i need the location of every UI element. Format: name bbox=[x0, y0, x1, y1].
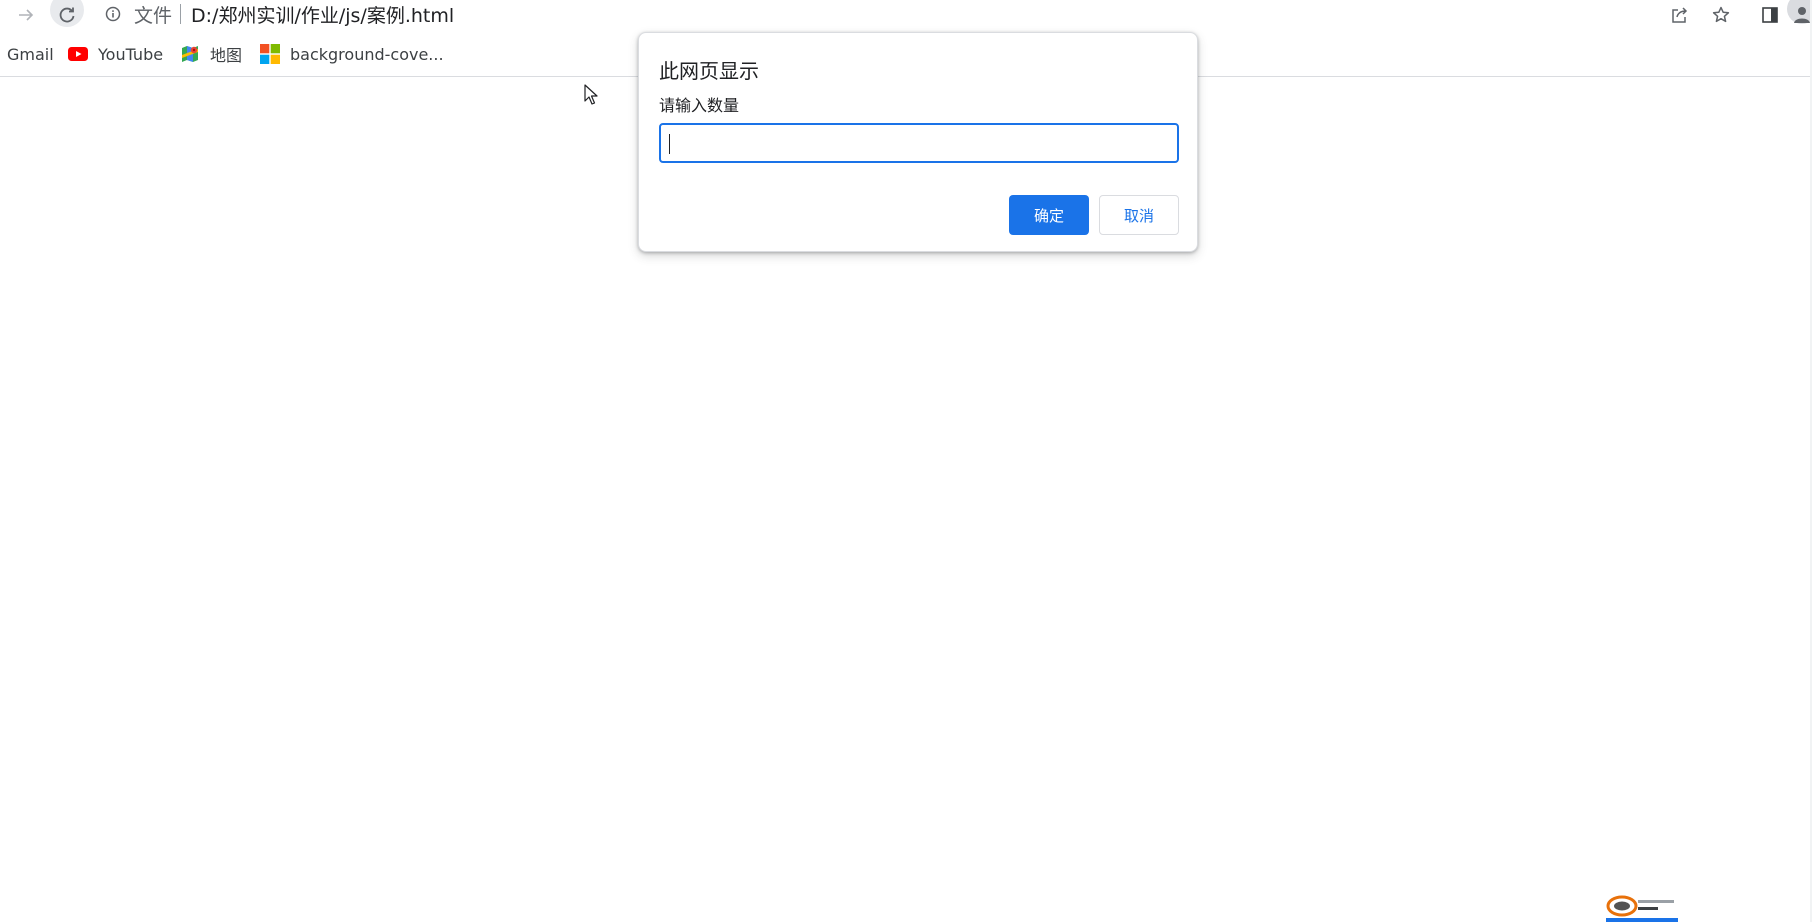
side-panel-button[interactable] bbox=[1756, 2, 1784, 28]
url-text[interactable]: D:/郑州实训/作业/js/案例.html bbox=[191, 1, 454, 28]
maps-icon bbox=[180, 44, 200, 64]
dialog-title: 此网页显示 bbox=[659, 59, 759, 83]
reload-icon bbox=[59, 7, 75, 23]
cancel-button[interactable]: 取消 bbox=[1099, 195, 1179, 235]
share-button[interactable] bbox=[1666, 2, 1694, 28]
bookmark-label: background-cove... bbox=[290, 44, 444, 64]
bookmark-label: YouTube bbox=[98, 44, 164, 64]
bookmark-maps[interactable]: 地图 bbox=[180, 40, 242, 68]
browser-window: 文件 D:/郑州实训/作业/js/案例.html Gmail YouTube 地… bbox=[0, 0, 1812, 922]
address-bar[interactable]: 文件 D:/郑州实训/作业/js/案例.html bbox=[104, 1, 454, 28]
prompt-input[interactable] bbox=[659, 123, 1179, 163]
reload-button[interactable] bbox=[50, 0, 84, 27]
bookmark-gmail[interactable]: Gmail bbox=[7, 40, 54, 68]
info-icon[interactable] bbox=[104, 5, 122, 23]
youtube-icon bbox=[68, 44, 88, 64]
mouse-pointer-icon bbox=[584, 84, 598, 105]
sidepanel-icon bbox=[1762, 7, 1778, 23]
dialog-message: 请输入数量 bbox=[659, 96, 740, 115]
microsoft-icon bbox=[260, 44, 280, 64]
bookmark-star-button[interactable] bbox=[1707, 2, 1735, 28]
bookmark-background-cover[interactable]: background-cove... bbox=[260, 40, 444, 68]
bookmark-youtube[interactable]: YouTube bbox=[68, 40, 163, 68]
share-icon bbox=[1672, 7, 1688, 23]
forward-button[interactable] bbox=[12, 2, 40, 28]
forward-icon bbox=[19, 9, 34, 21]
text-caret bbox=[669, 134, 670, 154]
tray-logo-icon bbox=[1606, 895, 1678, 922]
browser-toolbar: 文件 D:/郑州实训/作业/js/案例.html bbox=[0, 0, 1812, 30]
url-separator bbox=[180, 4, 182, 24]
profile-button[interactable] bbox=[1787, 0, 1812, 24]
star-icon bbox=[1712, 6, 1730, 23]
bookmark-label: Gmail bbox=[7, 44, 54, 64]
scheme-label: 文件 bbox=[134, 4, 173, 27]
prompt-dialog: 此网页显示 请输入数量 确定 取消 bbox=[638, 32, 1198, 252]
ok-button[interactable]: 确定 bbox=[1009, 195, 1089, 235]
bookmark-label: 地图 bbox=[210, 46, 243, 65]
profile-icon bbox=[1794, 7, 1810, 23]
